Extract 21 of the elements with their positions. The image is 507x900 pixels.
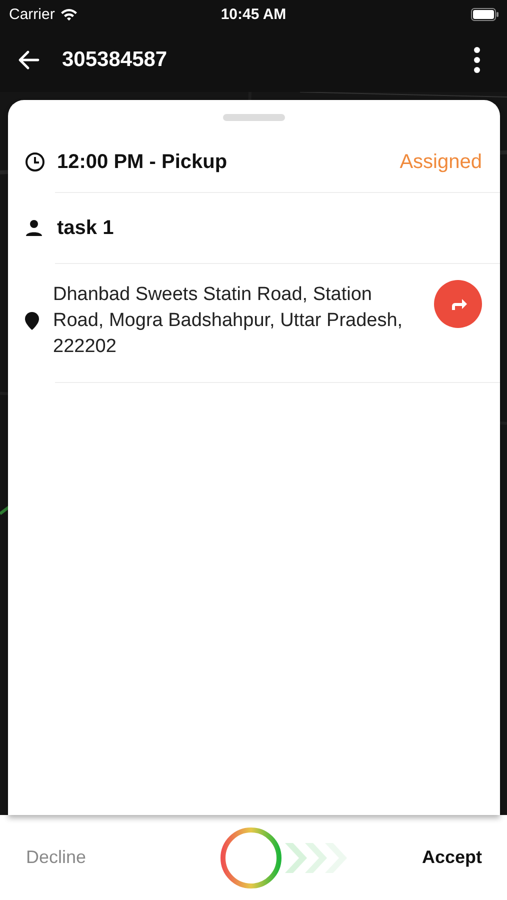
chevrons-icon <box>283 840 349 874</box>
battery-icon <box>471 8 499 20</box>
clock-time: 10:45 AM <box>220 6 286 22</box>
person-icon <box>25 219 43 237</box>
location-pin-icon <box>25 312 39 330</box>
task-status: Assigned <box>400 150 482 174</box>
decline-button[interactable]: Decline <box>26 847 86 868</box>
turn-right-arrow-icon <box>449 297 467 311</box>
task-name: task 1 <box>57 216 114 240</box>
order-number-title: 305384587 <box>62 48 168 72</box>
more-options-icon[interactable] <box>473 46 481 74</box>
back-arrow-icon[interactable] <box>18 50 40 70</box>
navigate-button[interactable] <box>434 280 482 328</box>
accept-button[interactable]: Accept <box>422 847 482 868</box>
pickup-time: 12:00 PM - Pickup <box>57 150 228 174</box>
drag-handle[interactable] <box>223 114 285 121</box>
clock-icon <box>25 152 45 172</box>
swipe-handle[interactable] <box>219 826 283 890</box>
carrier-label: Carrier <box>9 6 55 22</box>
wifi-icon <box>60 8 78 20</box>
task-address: Dhanbad Sweets Statin Road, Station Road, Mogra Badshahpur, Uttar Pradesh, 222202 <box>53 283 404 359</box>
